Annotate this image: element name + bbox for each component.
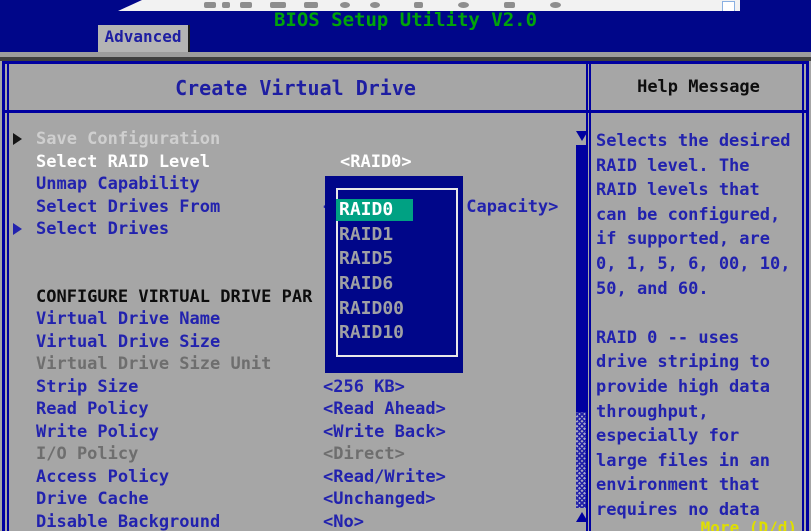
list-item-io-policy: I/O Policy <Direct> — [9, 444, 586, 466]
panel-title-row: Create Virtual Drive Help Message — [5, 64, 806, 113]
toolbar-icon[interactable] — [204, 2, 216, 8]
toolbar-icon[interactable] — [304, 2, 318, 8]
dropdown-option-raid6[interactable]: RAID6 — [339, 273, 455, 298]
toolbar-icon[interactable] — [270, 2, 286, 8]
list-item-select-raid-level[interactable]: Select RAID Level <RAID0> — [9, 152, 586, 174]
list-item-virtual-drive-name[interactable]: Virtual Drive Name — [9, 309, 586, 331]
dropdown-option-raid1[interactable]: RAID1 — [339, 224, 455, 249]
list-item-save-configuration[interactable]: Save Configuration — [9, 129, 586, 151]
scroll-up-arrow-icon[interactable] — [576, 512, 586, 522]
help-more-indicator: More (D/d) — [701, 518, 797, 531]
list-item-select-drives[interactable]: Select Drives — [9, 219, 586, 241]
list-item-access-policy[interactable]: Access Policy <Read/Write> — [9, 467, 586, 489]
toolbar-icon[interactable] — [504, 2, 515, 8]
submenu-arrow-icon — [13, 223, 22, 235]
toolbar-icon[interactable] — [414, 2, 423, 8]
list-item-drive-cache[interactable]: Drive Cache <Unchanged> — [9, 489, 586, 511]
submenu-arrow-icon — [13, 133, 22, 145]
list-item-select-drives-from[interactable]: Select Drives From <Unconfigured Capacit… — [9, 197, 586, 219]
settings-list: Save Configuration Select RAID Level <RA… — [9, 113, 586, 531]
page-title: Create Virtual Drive — [5, 76, 586, 100]
kvm-console-toolbar — [118, 0, 740, 11]
list-item-unmap-capability[interactable]: Unmap Capability — [9, 174, 586, 196]
toolbar-icon[interactable] — [340, 2, 350, 8]
raid-level-dropdown: RAID0 RAID1 RAID5 RAID6 RAID00 RAID10 — [325, 176, 463, 373]
toolbar-icon[interactable] — [240, 2, 252, 8]
dropdown-option-raid00[interactable]: RAID00 — [339, 298, 455, 323]
toolbar-icon[interactable] — [370, 2, 380, 8]
scrollbar-track[interactable] — [576, 412, 586, 508]
help-panel: Selects the desired RAID level. The RAID… — [593, 113, 802, 531]
list-item-virtual-drive-size[interactable]: Virtual Drive Size — [9, 332, 586, 354]
bios-screen: BIOS Setup Utility V2.0 Advanced Create … — [0, 0, 811, 531]
dropdown-option-raid10[interactable]: RAID10 — [339, 322, 455, 347]
list-item-write-policy[interactable]: Write Policy <Write Back> — [9, 422, 586, 444]
dropdown-option-raid5[interactable]: RAID5 — [339, 248, 455, 273]
toolbar-checkbox-icon[interactable] — [722, 1, 735, 12]
section-header-configure-vd: CONFIGURE VIRTUAL DRIVE PAR — [9, 287, 586, 309]
list-item-disable-background[interactable]: Disable Background <No> — [9, 512, 586, 531]
tab-advanced[interactable]: Advanced — [98, 25, 190, 52]
list-item-strip-size[interactable]: Strip Size <256 KB> — [9, 377, 586, 399]
list-item-read-policy[interactable]: Read Policy <Read Ahead> — [9, 399, 586, 421]
dropdown-option-raid0[interactable]: RAID0 — [339, 199, 455, 224]
scroll-down-arrow-icon[interactable] — [576, 131, 586, 141]
scrollbar-thumb[interactable] — [576, 145, 586, 412]
panel-divider — [586, 64, 591, 531]
toolbar-icon[interactable] — [458, 2, 469, 8]
list-item-virtual-drive-size-unit: Virtual Drive Size Unit — [9, 354, 586, 376]
inner-border-right — [802, 64, 804, 531]
help-message-text: Selects the desired RAID level. The RAID… — [596, 129, 802, 523]
help-panel-title: Help Message — [591, 77, 806, 97]
toolbar-icon[interactable] — [222, 2, 230, 8]
toolbar-icon[interactable] — [550, 2, 561, 8]
main-frame: Create Virtual Drive Help Message Save C… — [2, 61, 809, 531]
